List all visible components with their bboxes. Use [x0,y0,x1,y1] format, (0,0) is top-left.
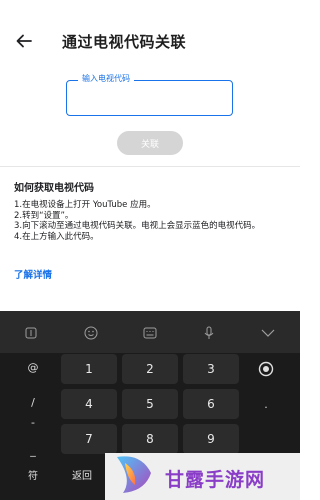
key-5[interactable]: 5 [122,389,178,419]
key-dash[interactable]: - [20,407,46,437]
key-9[interactable]: 9 [183,424,239,454]
key-1[interactable]: 1 [61,354,117,384]
page-title: 通过电视代码关联 [62,33,187,51]
learn-more-link[interactable]: 了解详情 [14,267,52,281]
key-at[interactable]: @ [20,352,46,382]
back-key[interactable]: 返回 [61,459,103,489]
key-4[interactable]: 4 [61,389,117,419]
text-cursor-icon[interactable] [24,326,38,340]
watermark-text: 甘露手游网 [165,469,266,491]
app-header: 通过电视代码关联 [0,0,300,80]
watermark-logo-icon [117,456,151,493]
instructions-list: 1.在电视设备上打开 YouTube 应用。 2.转到“设置”。 3.向下滚动至… [14,200,294,242]
instruction-step: 3.向下滚动至通过电视代码关联。电视上会显示蓝色的电视代码。 [14,221,261,231]
target-icon [258,361,274,377]
symbols-key[interactable]: 符 [20,459,46,489]
chevron-down-icon[interactable] [261,326,275,340]
key-3[interactable]: 3 [183,354,239,384]
tv-code-field-label: 输入电视代码 [78,73,134,84]
key-period[interactable]: . [253,389,279,419]
key-2[interactable]: 2 [122,354,178,384]
back-button[interactable] [10,28,38,54]
tv-code-field[interactable] [66,80,233,116]
target-key[interactable] [253,354,279,384]
instructions-title: 如何获取电视代码 [14,183,94,194]
arrow-left-icon [16,34,32,48]
keyboard-icon[interactable] [143,326,157,340]
instruction-step: 2.转到“设置”。 [14,210,74,221]
site-watermark: 甘露手游网 [105,453,300,500]
microphone-icon[interactable] [202,326,216,340]
instruction-step: 4.在上方输入此代码。 [14,231,99,242]
keyboard-toolbar [0,311,300,353]
tv-code-input[interactable] [67,81,232,115]
link-button[interactable]: 关联 [117,131,183,155]
instruction-step: 1.在电视设备上打开 YouTube 应用。 [14,200,156,210]
key-6[interactable]: 6 [183,389,239,419]
divider [0,166,300,167]
emoji-icon[interactable] [84,326,98,340]
